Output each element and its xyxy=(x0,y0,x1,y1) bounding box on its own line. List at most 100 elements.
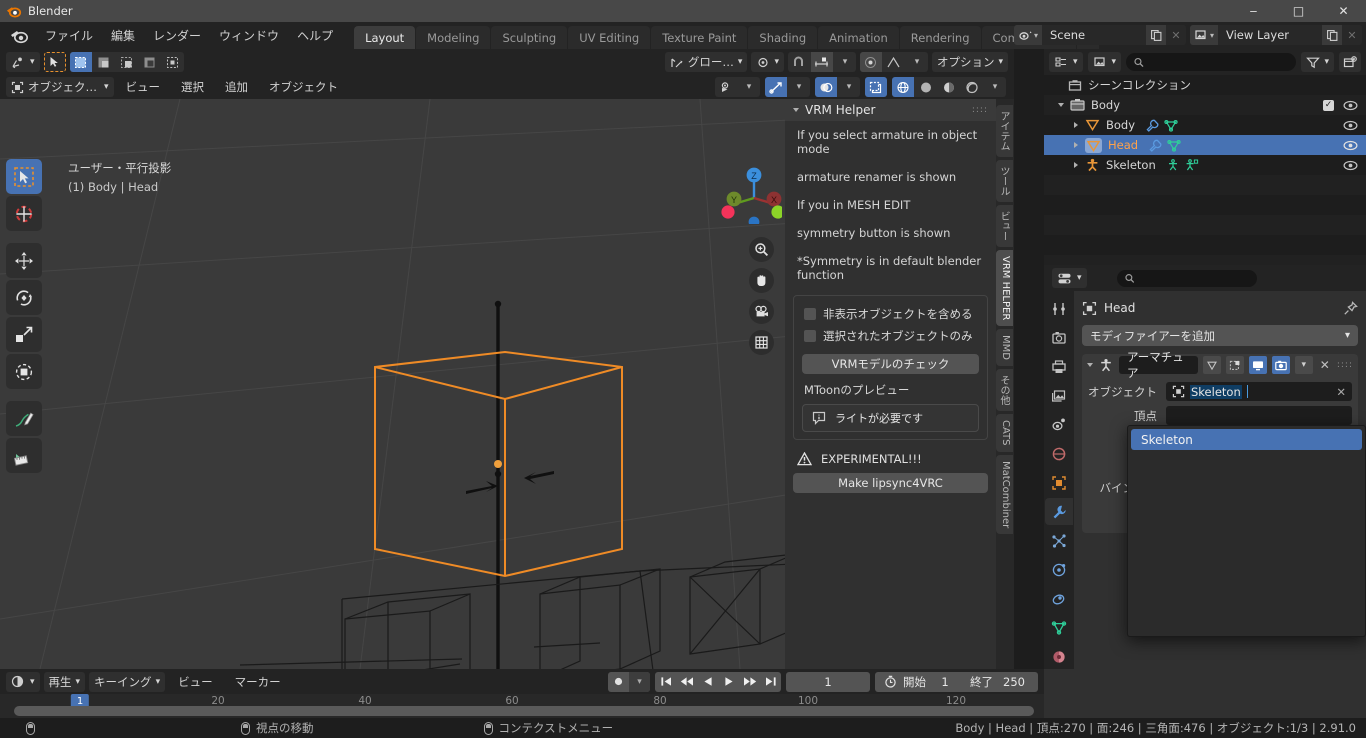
mesh-data-icon[interactable] xyxy=(1167,139,1181,152)
mesh-data-icon[interactable] xyxy=(1164,119,1178,132)
tool-rotate[interactable] xyxy=(6,280,42,315)
viewport-options-button[interactable]: オプション ▾ xyxy=(931,52,1008,72)
timeline-menu-marker[interactable]: マーカー xyxy=(226,672,290,692)
select-subtract-icon[interactable] xyxy=(116,52,138,72)
grid-icon[interactable] xyxy=(749,330,774,355)
viewport-menu-add[interactable]: 追加 xyxy=(216,77,257,97)
tab-modeling[interactable]: Modeling xyxy=(416,26,491,49)
expander-down-icon[interactable] xyxy=(1058,103,1064,107)
timeline-menu-keying[interactable]: キーイング ▾ xyxy=(89,671,166,692)
checkbox-include-hidden-box[interactable] xyxy=(804,308,816,320)
play-reverse-button[interactable] xyxy=(697,672,718,692)
select-mode-button[interactable] xyxy=(43,52,66,72)
play-button[interactable] xyxy=(718,672,739,692)
shading-chevron-icon[interactable]: ▾ xyxy=(984,77,1006,97)
select-extend-icon[interactable] xyxy=(93,52,115,72)
outliner-row-body-object[interactable]: Body xyxy=(1044,115,1366,135)
proportional-edit-icon[interactable] xyxy=(859,52,882,72)
outliner-search-input[interactable] xyxy=(1126,53,1297,71)
outliner-row-scene-collection[interactable]: シーンコレクション xyxy=(1044,75,1366,95)
clear-object-icon[interactable]: ✕ xyxy=(1336,385,1346,399)
modifier-collapse-icon[interactable] xyxy=(1087,363,1093,367)
snap-magnet-icon[interactable] xyxy=(788,52,810,72)
modifier-name-field[interactable]: アーマチュア xyxy=(1119,350,1198,380)
n-tab-cats[interactable]: CATS xyxy=(996,414,1013,452)
editor-type-selector[interactable]: ▾ xyxy=(6,52,40,72)
new-scene-button[interactable] xyxy=(1146,25,1166,45)
checkbox-selected-only[interactable]: 選択されたオブジェクトのみ xyxy=(802,325,979,347)
camera-icon[interactable] xyxy=(749,299,774,324)
checkbox-include-hidden[interactable]: 非表示オブジェクトを含める xyxy=(802,303,979,325)
pin-icon[interactable] xyxy=(1343,300,1358,316)
wrench-icon[interactable] xyxy=(1148,139,1162,152)
falloff-curve-icon[interactable] xyxy=(883,52,905,72)
timeline-editor-type-selector[interactable]: ▾ xyxy=(6,671,40,692)
gizmo-chevron-icon[interactable]: ▾ xyxy=(788,77,810,97)
tool-transform[interactable] xyxy=(6,354,42,389)
xray-toggle-icon[interactable] xyxy=(865,77,887,97)
object-search-dropdown[interactable]: Skeleton xyxy=(1127,425,1366,637)
n-tab-matcombiner[interactable]: MatCombiner xyxy=(996,454,1013,535)
zoom-icon[interactable] xyxy=(749,237,774,262)
prev-keyframe-button[interactable] xyxy=(676,672,697,692)
snap-chevron-icon[interactable]: ▾ xyxy=(834,52,856,72)
outliner-editor-type-selector[interactable]: ▾ xyxy=(1049,52,1083,72)
armature-data-icon[interactable] xyxy=(1185,158,1199,172)
n-tab-mmd[interactable]: MMD xyxy=(996,329,1013,367)
tool-move[interactable] xyxy=(6,243,42,278)
pose-icon[interactable] xyxy=(1166,158,1180,172)
minimize-button[interactable]: ‒ xyxy=(1231,0,1276,22)
modifier-vertexgroup-field[interactable] xyxy=(1166,406,1352,425)
auto-keying-chevron-icon[interactable]: ▾ xyxy=(629,671,650,692)
tab-sculpting[interactable]: Sculpting xyxy=(491,26,568,49)
tab-uv-editing[interactable]: UV Editing xyxy=(568,26,651,49)
view-layer-selector[interactable]: ▾ View Layer ✕ xyxy=(1190,25,1362,45)
modifier-drag-handle[interactable]: :::: xyxy=(1337,360,1353,370)
tab-tool-icon[interactable] xyxy=(1045,295,1073,322)
collection-checkbox[interactable]: ✓ xyxy=(1323,99,1334,111)
n-tab-view[interactable]: ビュー xyxy=(996,205,1013,247)
tab-render-icon[interactable] xyxy=(1045,324,1073,351)
timeline-scrollbar-thumb[interactable] xyxy=(14,706,1034,716)
tab-rendering[interactable]: Rendering xyxy=(899,26,981,49)
select-invert-icon[interactable] xyxy=(139,52,161,72)
menu-file[interactable]: ファイル xyxy=(36,25,102,46)
expander-right-icon[interactable] xyxy=(1074,142,1078,148)
shading-material-icon[interactable] xyxy=(938,77,960,97)
viewport-menu-select[interactable]: 選択 xyxy=(172,77,213,97)
maximize-button[interactable]: □ xyxy=(1276,0,1321,22)
modifier-realtime-icon[interactable] xyxy=(1248,356,1267,374)
modifier-edit-mode-icon[interactable] xyxy=(1225,356,1244,374)
properties-search-input[interactable] xyxy=(1116,269,1257,287)
shading-rendered-icon[interactable] xyxy=(961,77,983,97)
viewport-menu-object[interactable]: オブジェクト xyxy=(260,77,347,97)
object-visibility-icon[interactable] xyxy=(715,77,737,97)
record-icon[interactable] xyxy=(608,672,629,692)
vrm-model-check-button[interactable]: VRMモデルのチェック xyxy=(802,354,979,374)
add-modifier-button[interactable]: モディファイアーを追加 ▾ xyxy=(1082,325,1358,346)
end-frame-value[interactable]: 250 xyxy=(999,675,1029,689)
tab-output-icon[interactable] xyxy=(1045,353,1073,380)
tool-scale[interactable] xyxy=(6,317,42,352)
tab-data-icon[interactable] xyxy=(1045,614,1073,641)
tab-texture-paint[interactable]: Texture Paint xyxy=(651,26,748,49)
panel-collapse-icon[interactable] xyxy=(793,108,799,112)
shading-solid-icon[interactable] xyxy=(915,77,937,97)
jump-to-end-button[interactable] xyxy=(760,672,781,692)
select-intersect-icon[interactable] xyxy=(162,52,184,72)
timeline-scrollbar[interactable] xyxy=(0,706,1044,716)
n-tab-other[interactable]: その他 xyxy=(996,369,1013,412)
unlink-scene-button[interactable]: ✕ xyxy=(1166,25,1186,45)
make-lipsync-button[interactable]: Make lipsync4VRC xyxy=(793,473,988,493)
menu-help[interactable]: ヘルプ xyxy=(288,25,342,46)
tool-annotate[interactable] xyxy=(6,401,42,436)
outliner-new-collection-button[interactable] xyxy=(1339,52,1361,72)
expander-right-icon[interactable] xyxy=(1074,162,1078,168)
current-frame-field[interactable]: 1 xyxy=(786,671,870,692)
tool-select-box[interactable] xyxy=(6,159,42,194)
outliner-filter-button[interactable]: ▾ xyxy=(1301,52,1334,72)
tab-material-icon[interactable] xyxy=(1045,643,1073,670)
n-tab-tool[interactable]: ツール xyxy=(996,160,1013,202)
modifier-dropdown-icon[interactable]: ▾ xyxy=(1294,356,1313,374)
n-tab-vrm-helper[interactable]: VRM HELPER xyxy=(996,250,1013,327)
